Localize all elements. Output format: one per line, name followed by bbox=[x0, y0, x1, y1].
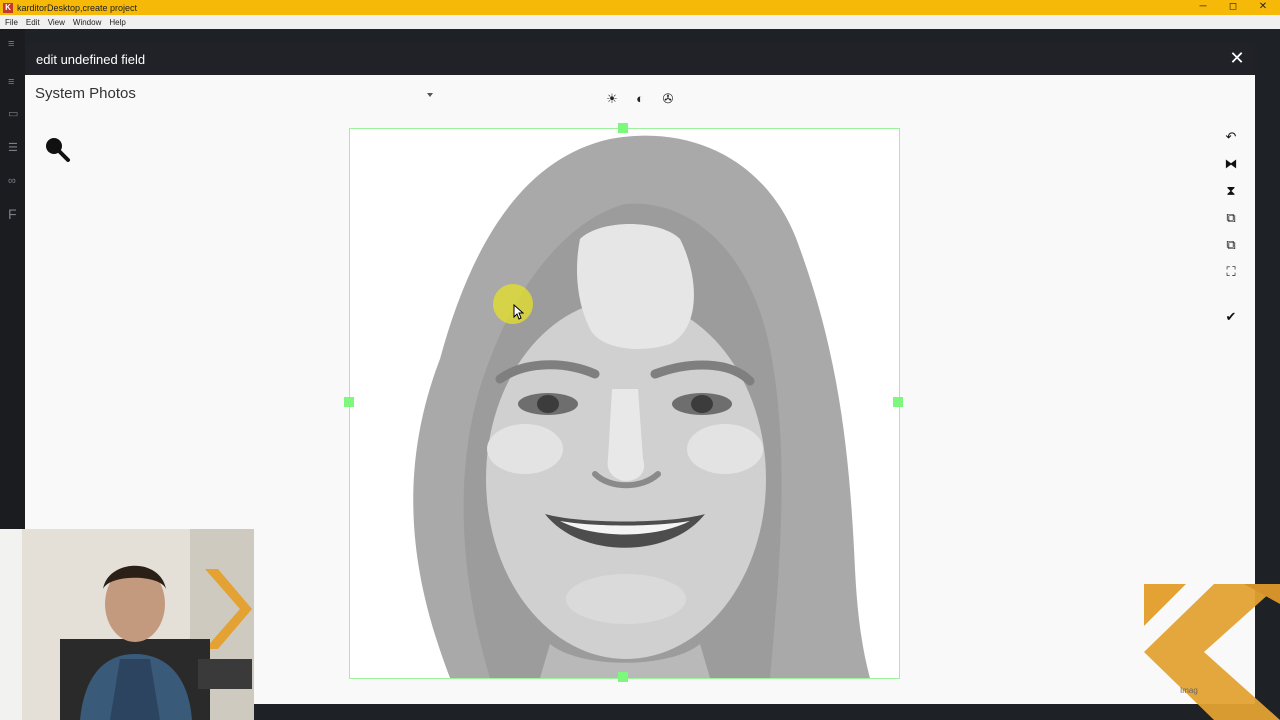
flip-vertical-icon[interactable]: ⧗ bbox=[1221, 182, 1241, 200]
variable-icon[interactable]: ∞ bbox=[8, 176, 20, 187]
portrait-image bbox=[350, 129, 899, 678]
menu-edit[interactable]: Edit bbox=[26, 18, 40, 27]
brightness-icon[interactable]: ☀ bbox=[605, 92, 619, 106]
crop-handle-left[interactable] bbox=[344, 397, 354, 407]
presenter-video-frame bbox=[0, 529, 254, 720]
photo-source-selected: System Photos bbox=[35, 85, 136, 102]
modal-header: edit undefined field ✕ bbox=[25, 43, 1255, 75]
menu-view[interactable]: View bbox=[48, 18, 65, 27]
color-channels-icon[interactable]: ✇ bbox=[661, 92, 675, 106]
copy-icon[interactable]: ⧉ bbox=[1221, 209, 1241, 227]
adjust-toolbar: ☀ ◐ ✇ bbox=[605, 92, 675, 106]
chevron-down-icon bbox=[427, 93, 433, 97]
list-icon[interactable]: ≡ bbox=[8, 77, 20, 88]
maximize-button[interactable]: ◻ bbox=[1218, 0, 1248, 15]
crop-handle-top[interactable] bbox=[618, 123, 628, 133]
window-title: karditorDesktop,create project bbox=[17, 2, 138, 13]
font-icon[interactable]: F bbox=[8, 207, 20, 221]
brand-partial-text: Imag bbox=[1180, 686, 1198, 695]
image-crop-area[interactable] bbox=[349, 128, 900, 679]
menu-icon[interactable]: ≡ bbox=[8, 39, 20, 50]
minimize-button[interactable]: ─ bbox=[1188, 0, 1218, 15]
paste-icon[interactable]: ⧉ bbox=[1221, 236, 1241, 254]
fullscreen-icon[interactable]: ⛶ bbox=[1221, 263, 1241, 281]
flip-horizontal-icon[interactable]: ⧓ bbox=[1221, 155, 1241, 173]
app-logo-icon: K bbox=[3, 2, 13, 13]
list-detail-icon[interactable]: ☰ bbox=[8, 143, 20, 154]
app-bottom-strip bbox=[254, 704, 1255, 720]
crop-handle-right[interactable] bbox=[893, 397, 903, 407]
search-icon[interactable] bbox=[43, 135, 71, 163]
menu-file[interactable]: File bbox=[5, 18, 18, 27]
menu-window[interactable]: Window bbox=[73, 18, 101, 27]
confirm-check-icon[interactable]: ✔ bbox=[1221, 308, 1241, 326]
window-close-button[interactable]: ✕ bbox=[1248, 0, 1278, 15]
window-titlebar: K karditorDesktop,create project bbox=[0, 0, 1280, 15]
contrast-icon[interactable]: ◐ bbox=[633, 92, 647, 106]
brand-logo-icon bbox=[1144, 584, 1280, 720]
menu-bar: File Edit View Window Help bbox=[0, 15, 1280, 29]
mouse-pointer-icon bbox=[513, 304, 525, 320]
photo-source-select[interactable]: System Photos bbox=[35, 85, 435, 107]
frame-icon[interactable]: ▭ bbox=[8, 109, 20, 120]
webcam-overlay bbox=[0, 529, 254, 720]
rotate-icon[interactable]: ↶ bbox=[1221, 128, 1241, 146]
menu-help[interactable]: Help bbox=[109, 18, 125, 27]
modal-close-button[interactable]: ✕ bbox=[1227, 48, 1247, 68]
crop-handle-bottom[interactable] bbox=[618, 672, 628, 682]
modal-title: edit undefined field bbox=[36, 52, 146, 67]
